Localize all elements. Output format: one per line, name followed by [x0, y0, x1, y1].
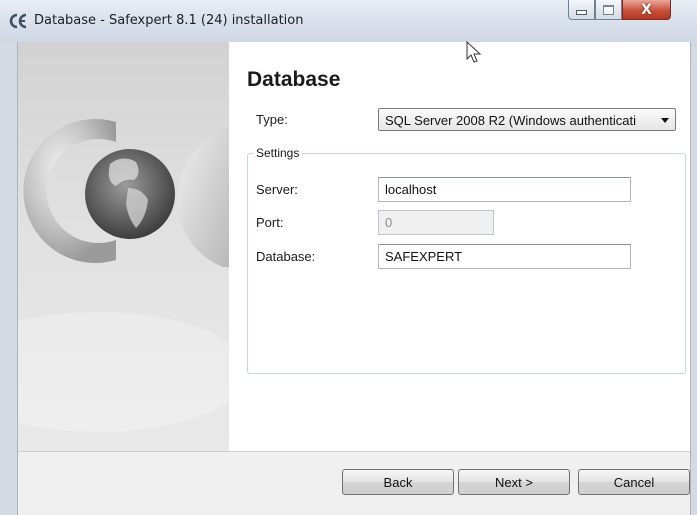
port-input [378, 210, 494, 235]
type-label: Type: [256, 112, 288, 127]
back-button[interactable]: Back [342, 469, 454, 495]
wizard-side-banner [18, 42, 229, 451]
caption-buttons: X [568, 0, 671, 21]
content-pane: Database Type: SQL Server 2008 R2 (Windo… [229, 42, 690, 451]
close-icon: X [641, 1, 652, 18]
database-type-value: SQL Server 2008 R2 (Windows authenticati [385, 113, 636, 128]
close-button[interactable]: X [622, 0, 671, 20]
database-type-select[interactable]: SQL Server 2008 R2 (Windows authenticati [378, 108, 676, 131]
window-frame-left [0, 42, 18, 515]
next-button[interactable]: Next > [458, 469, 570, 495]
minimize-button[interactable] [568, 0, 595, 20]
cancel-button[interactable]: Cancel [578, 469, 690, 495]
server-input[interactable] [378, 177, 631, 202]
settings-group-title: Settings [253, 146, 303, 160]
installer-window: Database - Safexpert 8.1 (24) installati… [0, 0, 697, 515]
globe-logo-icon [18, 119, 229, 432]
maximize-button[interactable] [595, 0, 622, 20]
server-label: Server: [256, 182, 298, 197]
title-bar[interactable]: Database - Safexpert 8.1 (24) installati… [0, 0, 697, 43]
minimize-icon [576, 10, 587, 15]
maximize-icon [603, 4, 614, 15]
window-title: Database - Safexpert 8.1 (24) installati… [34, 13, 304, 28]
window-frame-right [690, 42, 697, 515]
database-label: Database: [256, 249, 316, 264]
ce-logo-icon [9, 13, 27, 29]
page-title: Database [247, 68, 341, 91]
database-name-input[interactable] [378, 244, 631, 269]
dropdown-arrow-icon [661, 118, 669, 123]
port-label: Port: [256, 215, 284, 230]
mouse-pointer-icon [466, 41, 482, 63]
